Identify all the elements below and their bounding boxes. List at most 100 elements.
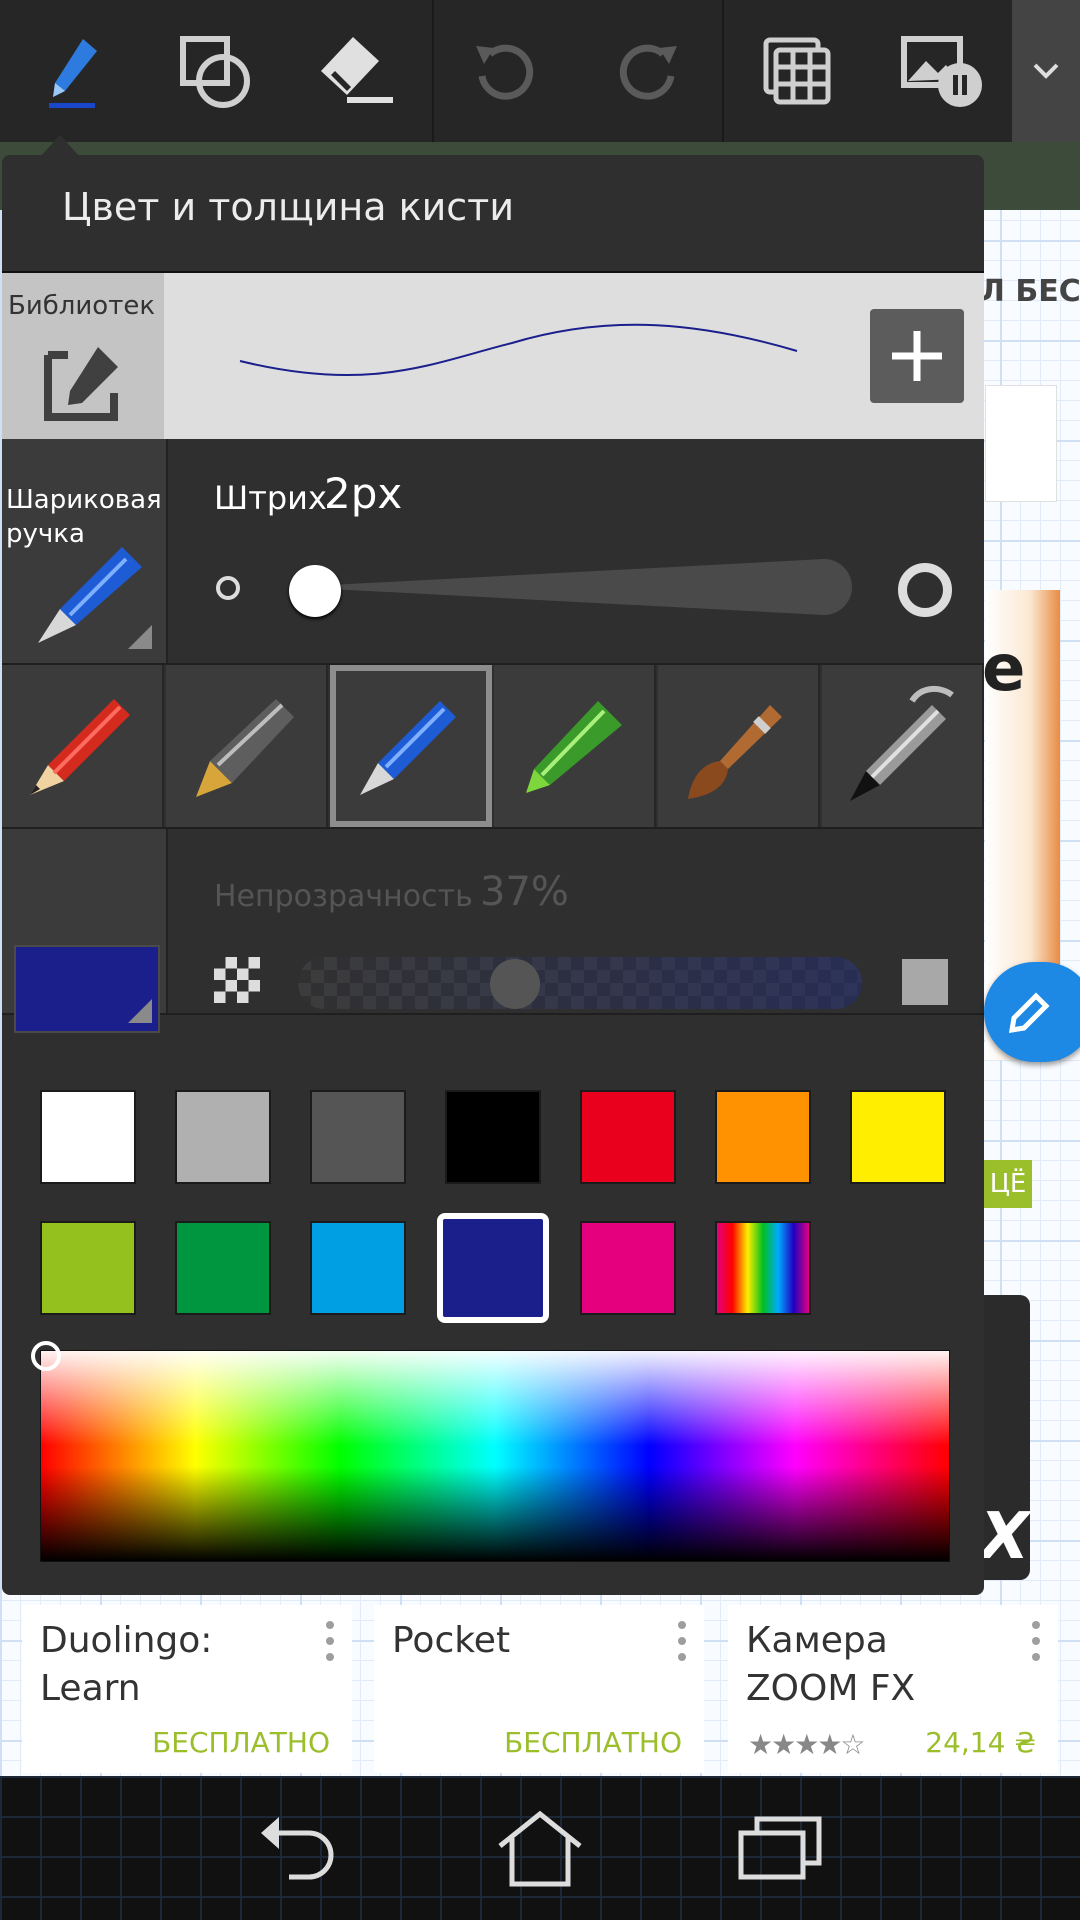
current-color-button[interactable] <box>2 829 168 1033</box>
paintbrush-icon <box>688 705 782 799</box>
app-price: 24,14 ₴ <box>925 1726 1036 1759</box>
background-tag: ЦЁ <box>984 1160 1032 1208</box>
background-header: Л БЕСПЛ <box>980 274 1080 309</box>
swatch-navy[interactable] <box>437 1213 549 1323</box>
undo-button[interactable] <box>455 0 555 142</box>
swatch-red[interactable] <box>580 1090 676 1184</box>
home-icon <box>498 1810 582 1887</box>
brush-tools-row <box>2 665 984 829</box>
swatch-cyan[interactable] <box>310 1221 406 1315</box>
recent-apps-icon <box>738 1816 822 1880</box>
toolbar <box>0 0 1080 142</box>
grid-icon <box>763 37 831 105</box>
app-title: Pocket <box>392 1620 511 1661</box>
add-brush-button[interactable] <box>870 309 964 403</box>
fountain-pen-tool[interactable] <box>166 665 328 827</box>
toolbar-separator <box>432 0 434 142</box>
pen-tool-button[interactable] <box>20 0 120 142</box>
marker-tool[interactable] <box>494 665 656 827</box>
grid-button[interactable] <box>747 0 847 142</box>
plus-icon <box>892 331 942 381</box>
swatch-magenta[interactable] <box>580 1221 676 1315</box>
swatch-black[interactable] <box>445 1090 541 1184</box>
background-x: X <box>980 1500 1030 1574</box>
min-size-icon <box>216 576 240 600</box>
stroke-value: 2px <box>324 469 403 518</box>
more-icon[interactable] <box>678 1621 686 1669</box>
stroke-preview <box>239 323 798 376</box>
brush-library-button[interactable]: Библиотек <box>2 273 164 439</box>
stroke-label: Штрих <box>214 479 327 517</box>
image-icon <box>901 36 982 107</box>
panel-title: Цвет и толщина кисти <box>62 185 515 229</box>
eraser-icon <box>321 37 393 103</box>
library-edit-icon <box>44 347 118 421</box>
panel-pointer <box>40 135 80 157</box>
library-label: Библиотек <box>8 291 156 321</box>
pencil-tool[interactable] <box>2 665 164 827</box>
brush-settings-panel: Цвет и толщина кисти Библиотек Шариковая… <box>2 155 984 1595</box>
color-spectrum-picker[interactable] <box>31 1341 950 1562</box>
stroke-size-slider[interactable] <box>292 559 852 615</box>
max-size-icon <box>898 563 952 617</box>
opacity-handle[interactable] <box>490 959 540 1009</box>
swatch-green[interactable] <box>175 1221 271 1315</box>
opaque-icon <box>902 959 948 1005</box>
redo-icon <box>619 44 677 100</box>
swatch-dark-gray[interactable] <box>310 1090 406 1184</box>
home-button[interactable] <box>480 1776 600 1920</box>
ballpoint-pen-icon <box>360 701 456 795</box>
rating-stars: ★★★★☆ <box>748 1728 866 1761</box>
opacity-label: Непрозрачность <box>214 879 473 914</box>
stroke-row: Шариковая ручка Штрих 2px <box>2 439 984 665</box>
spectrum-cursor[interactable] <box>31 1341 61 1371</box>
swatch-white[interactable] <box>40 1090 136 1184</box>
overflow-menu-button[interactable] <box>1012 0 1080 142</box>
airbrush-tool[interactable] <box>822 665 984 827</box>
paintbrush-tool[interactable] <box>658 665 820 827</box>
pencil-icon <box>1008 992 1050 1034</box>
app-card-zoom-fx[interactable]: Камера ZOOM FX ★★★★☆ 24,14 ₴ <box>728 1605 1058 1773</box>
airbrush-icon <box>850 686 954 801</box>
stroke-size-handle[interactable] <box>289 565 341 617</box>
fountain-pen-icon <box>196 699 294 797</box>
swatch-lime[interactable] <box>40 1221 136 1315</box>
recent-apps-button[interactable] <box>720 1776 840 1920</box>
app-title: Камера ZOOM FX <box>746 1620 916 1709</box>
ballpoint-pen-tool[interactable] <box>330 665 492 827</box>
background-letter: e <box>982 632 1026 706</box>
system-nav-bar <box>0 1776 1080 1920</box>
swatch-yellow[interactable] <box>850 1090 946 1184</box>
app-price: БЕСПЛАТНО <box>504 1726 682 1759</box>
marker-icon <box>526 701 622 793</box>
swatch-orange[interactable] <box>715 1090 811 1184</box>
pen-icon <box>49 39 97 108</box>
swatch-light-gray[interactable] <box>175 1090 271 1184</box>
back-icon <box>261 1817 334 1880</box>
swatch-rainbow[interactable] <box>715 1221 811 1315</box>
dropdown-corner-icon <box>128 999 152 1023</box>
opacity-row: Непрозрачность 37% <box>2 829 984 1033</box>
app-price: БЕСПЛАТНО <box>152 1726 330 1759</box>
edit-fab[interactable] <box>984 962 1080 1062</box>
app-card-duolingo[interactable]: Duolingo: Learn БЕСПЛАТНО <box>22 1605 352 1773</box>
eraser-tool-button[interactable] <box>305 0 405 142</box>
image-button[interactable] <box>887 0 997 142</box>
app-card-pocket[interactable]: Pocket БЕСПЛАТНО <box>374 1605 704 1773</box>
more-icon[interactable] <box>1032 1621 1040 1669</box>
shapes-icon <box>180 36 250 108</box>
brush-type-button[interactable]: Шариковая ручка <box>2 439 168 663</box>
dropdown-corner-icon <box>128 625 152 649</box>
transparent-icon <box>214 957 260 1003</box>
toolbar-separator <box>722 0 724 142</box>
more-icon[interactable] <box>326 1621 334 1669</box>
background-card <box>985 385 1057 502</box>
brush-library-row: Библиотек <box>2 271 984 441</box>
undo-icon <box>476 44 534 100</box>
back-button[interactable] <box>238 1776 358 1920</box>
redo-button[interactable] <box>598 0 698 142</box>
pencil-icon <box>30 699 130 795</box>
app-title: Duolingo: Learn <box>40 1620 213 1709</box>
opacity-slider[interactable] <box>298 957 862 1009</box>
shapes-tool-button[interactable] <box>165 0 265 142</box>
